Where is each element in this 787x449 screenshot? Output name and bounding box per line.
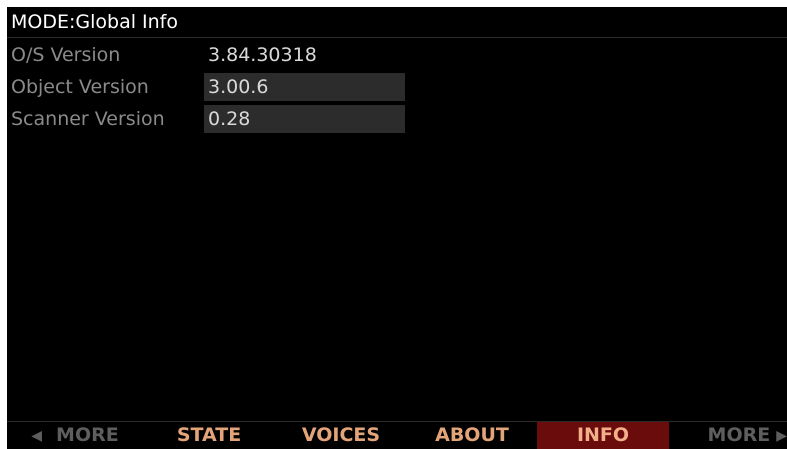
softkey-about[interactable]: ABOUT: [407, 422, 537, 449]
triangle-left-icon: ◀: [31, 428, 43, 444]
softkey-voices[interactable]: VOICES: [275, 422, 407, 449]
display-screen: MODE:Global Info O/S Version 3.84.30318 …: [7, 7, 787, 449]
object-version-label: Object Version: [11, 76, 149, 98]
softkey-more-right-label: MORE: [707, 424, 771, 446]
os-version-label: O/S Version: [11, 44, 121, 66]
softkey-state-label: STATE: [176, 424, 242, 446]
scanner-version-label: Scanner Version: [11, 108, 165, 130]
scanner-version-value: 0.28: [204, 105, 405, 133]
softkey-state[interactable]: STATE: [143, 422, 275, 449]
triangle-right-icon: ▶: [776, 428, 787, 444]
softkey-about-label: ABOUT: [435, 424, 509, 446]
page-title: MODE:Global Info: [11, 11, 178, 33]
softkey-voices-label: VOICES: [301, 424, 381, 446]
softkey-more-right[interactable]: MORE ▶: [669, 422, 787, 449]
os-version-value: 3.84.30318: [208, 44, 317, 66]
softkey-info-label: INFO: [576, 424, 630, 446]
softkey-more-left[interactable]: ◀ MORE: [7, 422, 143, 449]
softkey-more-left-label: MORE: [56, 424, 119, 446]
info-row-os-version: O/S Version 3.84.30318: [7, 41, 427, 69]
info-row-object-version: Object Version 3.00.6: [7, 73, 427, 101]
softkey-info[interactable]: INFO: [537, 422, 669, 449]
softkey-bar: ◀ MORE STATE VOICES ABOUT INFO MORE ▶: [7, 421, 787, 449]
info-row-scanner-version: Scanner Version 0.28: [7, 105, 427, 133]
mode-title-bar: MODE:Global Info: [7, 7, 787, 38]
object-version-value: 3.00.6: [204, 73, 405, 101]
